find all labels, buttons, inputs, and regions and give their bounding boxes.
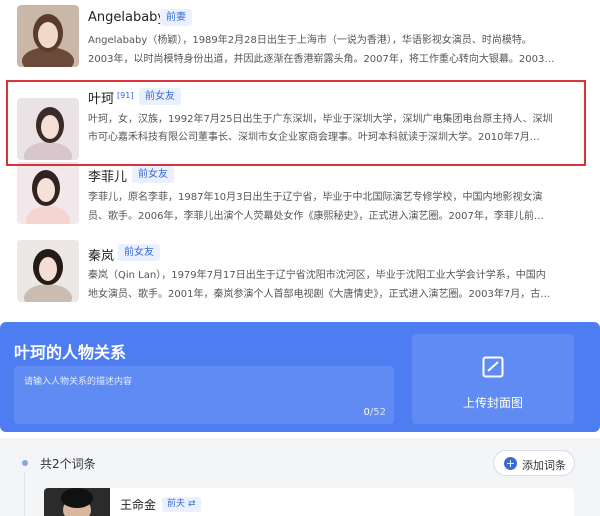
image-upload-icon xyxy=(482,356,504,382)
entries-section: 共2个词条 + 添加词条 王命金 前夫 ⇄ xyxy=(0,438,600,516)
person-item-angelababy[interactable]: Angelababy 前妻 Angelababy（杨颖），1989年2月28日出… xyxy=(0,0,600,80)
person-name[interactable]: 秦岚 xyxy=(88,245,114,264)
relationship-description-input[interactable]: 请输入人物关系的描述内容 0/52 xyxy=(14,366,394,424)
input-placeholder: 请输入人物关系的描述内容 xyxy=(24,377,133,387)
relation-tag: 前女友 xyxy=(132,166,174,183)
avatar[interactable] xyxy=(17,5,79,67)
person-item-lifeier[interactable]: 李菲儿 前女友 李菲儿，原名李菲，1987年10月3日出生于辽宁省，毕业于中北国… xyxy=(0,162,600,234)
relation-tag: 前夫 ⇄ xyxy=(162,497,201,512)
upload-cover-label: 上传封面图 xyxy=(462,396,523,410)
person-description-line: 李菲儿，原名李菲，1987年10月3日出生于辽宁省，毕业于中北国际演艺专修学校，… xyxy=(88,192,543,203)
relationship-panel: 叶珂的人物关系 请输入人物关系的描述内容 0/52 上传封面图 xyxy=(0,322,600,432)
add-entry-label: 添加词条 xyxy=(522,459,566,472)
swap-icon[interactable]: ⇄ xyxy=(188,499,196,509)
plus-icon: + xyxy=(504,457,517,470)
person-description-line: 员、歌手。2006年，李菲儿出演个人荧幕处女作《康熙秘史》，正式进入演艺圈。20… xyxy=(88,211,544,222)
person-name[interactable]: Angelababy xyxy=(88,10,165,25)
timeline-line xyxy=(24,472,25,516)
entry-card[interactable]: 王命金 前夫 ⇄ xyxy=(44,488,574,516)
person-name[interactable]: 李菲儿 xyxy=(88,166,127,185)
avatar[interactable] xyxy=(17,240,79,302)
relation-tag: 前女友 xyxy=(118,244,160,261)
highlight-box xyxy=(6,80,586,166)
person-list: Angelababy 前妻 Angelababy（杨颖），1989年2月28日出… xyxy=(0,0,600,314)
relationship-title: 叶珂的人物关系 xyxy=(14,343,127,362)
person-description-line: 地女演员、歌手。2001年，秦岚参演个人首部电视剧《大唐情史》，正式进入演艺圈。… xyxy=(88,289,551,300)
timeline-dot-icon xyxy=(22,460,28,466)
person-description-line: 2003年，以时尚模特身份出道，并因此逐渐在香港崭露头角。2007年，将工作重心… xyxy=(88,54,555,65)
entries-count: 共2个词条 xyxy=(40,457,96,471)
avatar[interactable] xyxy=(44,488,110,516)
add-entry-button[interactable]: + 添加词条 xyxy=(493,450,575,476)
person-item-qinlan[interactable]: 秦岚 前女友 秦岚（Qin Lan），1979年7月17日出生于辽宁省沈阳市沈河… xyxy=(0,238,600,310)
entry-name[interactable]: 王命金 xyxy=(120,496,156,513)
avatar[interactable] xyxy=(17,162,79,224)
person-description-line: Angelababy（杨颖），1989年2月28日出生于上海市（一说为香港），华… xyxy=(88,35,532,46)
relation-tag: 前妻 xyxy=(160,9,192,26)
person-description-line: 秦岚（Qin Lan），1979年7月17日出生于辽宁省沈阳市沈河区，毕业于沈阳… xyxy=(88,270,546,281)
upload-cover-button[interactable]: 上传封面图 xyxy=(412,334,574,424)
char-counter: 0/52 xyxy=(363,407,386,418)
